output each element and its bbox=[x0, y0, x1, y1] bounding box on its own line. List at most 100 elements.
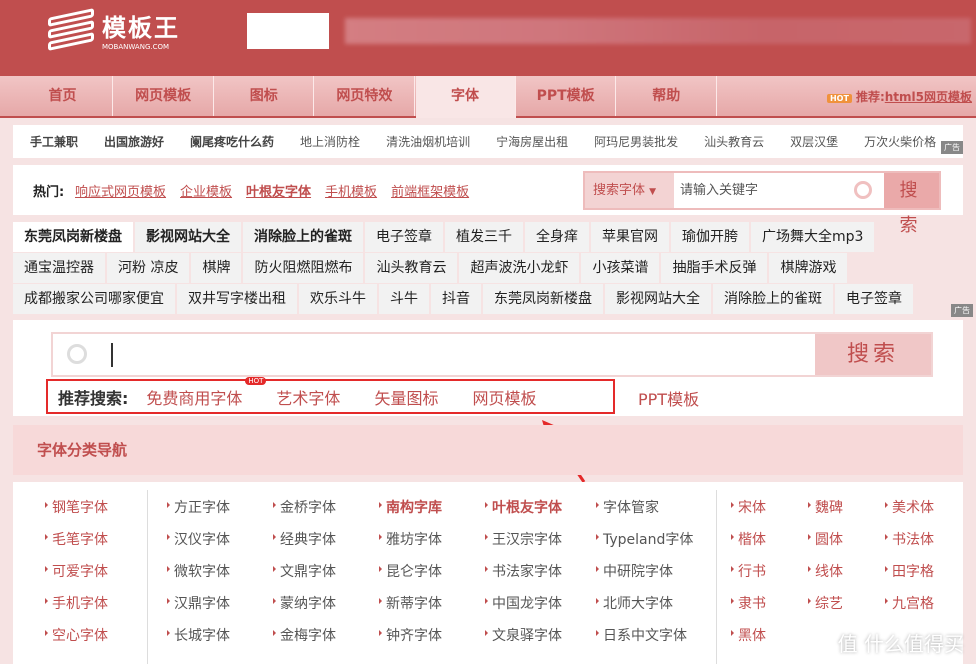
tag-link[interactable]: 影视网站大全 bbox=[605, 284, 711, 314]
category-link[interactable]: 空心字体 bbox=[45, 625, 108, 645]
tab-0[interactable]: 首页 bbox=[13, 76, 113, 116]
tag-link[interactable]: 东莞凤岗新楼盘 bbox=[13, 222, 133, 252]
tab-2[interactable]: 图标 bbox=[214, 76, 315, 116]
ad-link[interactable]: 双层汉堡 bbox=[790, 133, 838, 150]
category-link[interactable]: 长城字体 bbox=[167, 625, 230, 645]
tag-link[interactable]: 苹果官网 bbox=[591, 222, 669, 252]
category-link[interactable]: 圆体 bbox=[808, 529, 843, 549]
ad-link[interactable]: 汕头教育云 bbox=[704, 133, 764, 150]
category-link[interactable]: 微软字体 bbox=[167, 561, 230, 581]
ppt-link[interactable]: PPT模板 bbox=[638, 386, 699, 410]
hot-link[interactable]: 手机模板 bbox=[325, 185, 377, 200]
category-link[interactable]: 钢笔字体 bbox=[45, 497, 108, 517]
category-link[interactable]: 宋体 bbox=[731, 497, 766, 517]
category-link[interactable]: Typeland字体 bbox=[596, 529, 693, 549]
text-cursor[interactable] bbox=[111, 343, 113, 367]
big-search-button[interactable]: 搜索 bbox=[815, 334, 931, 375]
category-link[interactable]: 汉鼎字体 bbox=[167, 593, 230, 613]
category-link[interactable]: 日系中文字体 bbox=[596, 625, 687, 645]
tag-link[interactable]: 超声波洗小龙虾 bbox=[459, 253, 580, 283]
search-button[interactable]: 搜 索 bbox=[884, 173, 939, 236]
hot-link[interactable]: 响应式网页模板 bbox=[75, 185, 166, 200]
category-link[interactable]: 新蒂字体 bbox=[379, 593, 442, 613]
ad-link[interactable]: 出国旅游好 bbox=[104, 133, 164, 150]
category-link[interactable]: 书法体 bbox=[885, 529, 934, 549]
ad-link[interactable]: 清洗油烟机培训 bbox=[386, 133, 470, 150]
tab-4[interactable]: 字体 bbox=[415, 76, 516, 118]
tag-link[interactable]: 防火阻燃阻燃布 bbox=[243, 253, 364, 283]
tag-link[interactable]: 斗牛 bbox=[379, 284, 429, 314]
tag-link[interactable]: 电子签章 bbox=[365, 222, 443, 252]
tab-5[interactable]: PPT模板 bbox=[516, 76, 617, 116]
category-link[interactable]: 文泉驿字体 bbox=[485, 625, 562, 645]
tag-link[interactable]: 抽脂手术反弹 bbox=[661, 253, 768, 283]
category-link[interactable]: 可爱字体 bbox=[45, 561, 108, 581]
tab-6[interactable]: 帮助 bbox=[617, 76, 717, 116]
tag-link[interactable]: 东莞凤岗新楼盘 bbox=[483, 284, 603, 314]
ad-link[interactable]: 万次火柴价格 bbox=[864, 133, 936, 150]
tag-link[interactable]: 棋牌 bbox=[191, 253, 242, 283]
hot-link[interactable]: 叶根友字体 bbox=[246, 185, 311, 200]
tag-link[interactable]: 双井写字楼出租 bbox=[177, 284, 297, 314]
rec-search-link[interactable]: 矢量图标 bbox=[374, 385, 438, 409]
category-link[interactable]: 书法家字体 bbox=[485, 561, 562, 581]
tag-link[interactable]: 小孩菜谱 bbox=[581, 253, 660, 283]
ad-link[interactable]: 宁海房屋出租 bbox=[496, 133, 568, 150]
ad-link[interactable]: 阿玛尼男装批发 bbox=[594, 133, 678, 150]
ad-link[interactable]: 手工兼职 bbox=[30, 133, 78, 150]
tag-link[interactable]: 欢乐斗牛 bbox=[299, 284, 377, 314]
category-link[interactable]: 九宫格 bbox=[885, 593, 934, 613]
category-link[interactable]: 隶书 bbox=[731, 593, 766, 613]
rec-search-link[interactable]: 艺术字体 bbox=[276, 385, 340, 409]
tab-1[interactable]: 网页模板 bbox=[114, 76, 214, 116]
category-link[interactable]: 经典字体 bbox=[273, 529, 336, 549]
category-link[interactable]: 中研院字体 bbox=[596, 561, 673, 581]
category-link[interactable]: 北师大字体 bbox=[596, 593, 673, 613]
category-link[interactable]: 行书 bbox=[731, 561, 766, 581]
category-link[interactable]: 汉仪字体 bbox=[167, 529, 230, 549]
tag-link[interactable]: 汕头教育云 bbox=[365, 253, 458, 283]
tag-link[interactable]: 河粉 凉皮 bbox=[107, 253, 190, 283]
category-link[interactable]: 蒙纳字体 bbox=[273, 593, 336, 613]
search-type-select[interactable]: 搜索字体 ▼ bbox=[585, 173, 674, 208]
category-link[interactable]: 魏碑 bbox=[808, 497, 843, 517]
logo[interactable]: 模板王 MOBANWANG.COM bbox=[44, 7, 180, 51]
tag-link[interactable]: 全身痒 bbox=[525, 222, 589, 252]
hot-link[interactable]: 前端框架模板 bbox=[391, 185, 469, 200]
category-link[interactable]: 南构字库 bbox=[379, 497, 442, 517]
category-link[interactable]: 黑体 bbox=[731, 625, 766, 645]
category-link[interactable]: 金梅字体 bbox=[273, 625, 336, 645]
category-link[interactable]: 线体 bbox=[808, 561, 843, 581]
tag-link[interactable]: 成都搬家公司哪家便宜 bbox=[13, 284, 175, 314]
category-link[interactable]: 综艺 bbox=[808, 593, 843, 613]
tag-link[interactable]: 消除脸上的雀斑 bbox=[243, 222, 363, 252]
category-link[interactable]: 手机字体 bbox=[45, 593, 108, 613]
rec-search-link[interactable]: 免费商用字体 HOT bbox=[146, 376, 267, 409]
category-link[interactable]: 昆仑字体 bbox=[379, 561, 442, 581]
tag-link[interactable]: 抖音 bbox=[431, 284, 481, 314]
category-link[interactable]: 中国龙字体 bbox=[485, 593, 562, 613]
tag-link[interactable]: 棋牌游戏 bbox=[769, 253, 848, 283]
rec-search-link[interactable]: 网页模板 bbox=[472, 385, 536, 409]
category-link[interactable]: 方正字体 bbox=[167, 497, 230, 517]
tab-3[interactable]: 网页特效 bbox=[315, 76, 415, 116]
category-link[interactable]: 金桥字体 bbox=[273, 497, 336, 517]
hot-link[interactable]: 企业模板 bbox=[180, 185, 232, 200]
ad-link[interactable]: 阑尾疼吃什么药 bbox=[190, 133, 274, 150]
category-link[interactable]: 雅坊字体 bbox=[379, 529, 442, 549]
category-link[interactable]: 字体管家 bbox=[596, 497, 659, 517]
ad-label[interactable]: 广告 bbox=[941, 141, 963, 154]
category-link[interactable]: 王汉宗字体 bbox=[485, 529, 562, 549]
tag-link[interactable]: 通宝温控器 bbox=[13, 253, 105, 283]
category-link[interactable]: 美术体 bbox=[885, 497, 934, 517]
category-link[interactable]: 钟齐字体 bbox=[379, 625, 442, 645]
tag-link[interactable]: 电子签章 bbox=[835, 284, 913, 314]
tag-link[interactable]: 消除脸上的雀斑 bbox=[713, 284, 833, 314]
category-link[interactable]: 毛笔字体 bbox=[45, 529, 108, 549]
category-link[interactable]: 叶根友字体 bbox=[485, 497, 562, 517]
tag-link[interactable]: 广场舞大全mp3 bbox=[751, 222, 875, 252]
tag-link[interactable]: 影视网站大全 bbox=[135, 222, 241, 252]
tag-link[interactable]: 瑜伽开胯 bbox=[671, 222, 749, 252]
rec-link[interactable]: html5网页模板 bbox=[885, 90, 972, 104]
ad-link[interactable]: 地上消防栓 bbox=[300, 133, 360, 150]
